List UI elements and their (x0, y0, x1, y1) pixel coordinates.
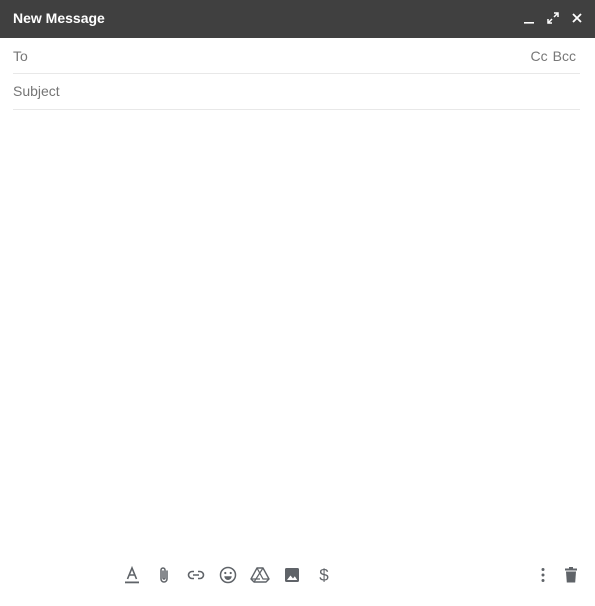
compose-header[interactable]: New Message (0, 0, 595, 38)
to-input[interactable] (37, 44, 507, 66)
cc-link[interactable]: Cc (531, 48, 548, 64)
discard-draft-icon[interactable] (559, 563, 583, 587)
to-label: To (13, 48, 28, 64)
compose-toolbar: $ (0, 560, 595, 590)
subject-field-row (13, 74, 580, 110)
bcc-link[interactable]: Bcc (553, 48, 576, 64)
subject-input[interactable] (13, 80, 573, 102)
cc-bcc-links: Cc Bcc (531, 48, 576, 64)
insert-emoji-icon[interactable] (216, 563, 240, 587)
svg-text:$: $ (319, 566, 329, 585)
formatting-options-icon[interactable] (120, 563, 144, 587)
more-options-icon[interactable] (531, 563, 555, 587)
expand-icon[interactable] (545, 10, 561, 26)
attach-files-icon[interactable] (152, 563, 176, 587)
insert-link-icon[interactable] (184, 563, 208, 587)
minimize-icon[interactable] (521, 10, 537, 26)
to-field-row: To Cc Bcc (13, 38, 580, 74)
compose-title: New Message (13, 10, 105, 26)
insert-money-icon[interactable]: $ (312, 563, 336, 587)
insert-photo-icon[interactable] (280, 563, 304, 587)
message-body[interactable] (13, 112, 580, 542)
window-controls (521, 10, 585, 28)
close-icon[interactable] (569, 10, 585, 26)
insert-drive-icon[interactable] (248, 563, 272, 587)
